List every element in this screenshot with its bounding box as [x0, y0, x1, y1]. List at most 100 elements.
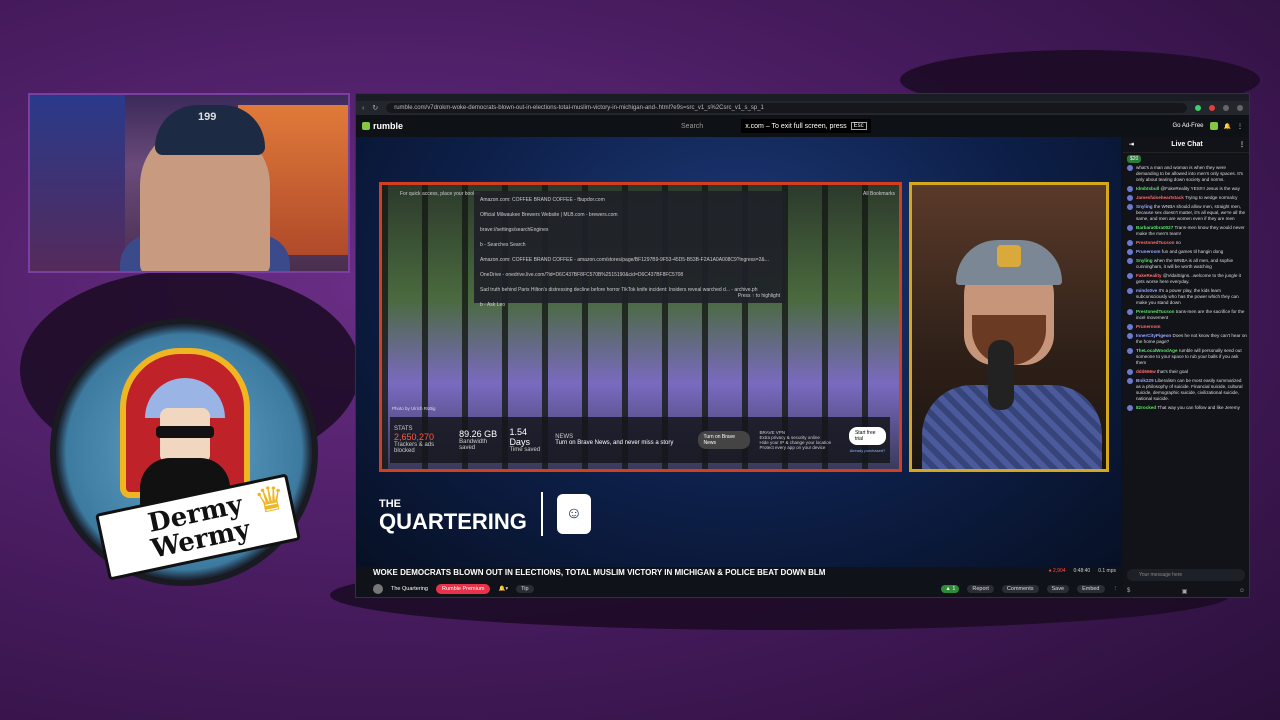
chat-avatar[interactable] — [1127, 348, 1133, 354]
rumble-vote-button[interactable]: ▲ 1 — [941, 585, 960, 593]
trackers-label: Trackers & ads blocked — [394, 442, 435, 454]
chat-username[interactable]: PrestonedTucson — [1136, 309, 1174, 314]
vpn-actions: Start free trial Already purchased? — [848, 427, 886, 453]
chat-username[interactable]: FakeReality — [1136, 273, 1162, 278]
chat-avatar[interactable] — [1127, 333, 1133, 339]
brand-big: QUARTERING — [379, 508, 527, 534]
address-suggestions: Amazon.com: COFFEE BRAND COFFEE - fbupdo… — [474, 191, 786, 308]
gift-icon[interactable]: ▣ — [1182, 588, 1188, 595]
rumble-logo[interactable]: rumble — [362, 121, 403, 131]
chat-username[interactable]: Snyling — [1136, 204, 1153, 209]
go-adfree-link[interactable]: Go Ad-Free — [1173, 123, 1204, 129]
chat-avatar[interactable] — [1127, 249, 1133, 255]
dollar-icon[interactable]: $ — [1127, 588, 1130, 595]
chat-avatar[interactable] — [1127, 324, 1133, 330]
suggestion-item: b - Ask Leo — [480, 302, 506, 308]
chat-message-body: Pruneroom fun and games til hangin dong — [1136, 249, 1223, 255]
chat-avatar[interactable] — [1127, 186, 1133, 192]
report-button[interactable]: Report — [967, 585, 994, 593]
channel-name[interactable]: The Quartering — [391, 586, 428, 592]
notifications-icon[interactable]: 🔔 — [1224, 123, 1231, 130]
brave-shield-icon[interactable] — [1209, 105, 1215, 111]
tip-button[interactable]: Tip — [516, 585, 534, 593]
all-bookmarks: All Bookmarks — [863, 191, 895, 197]
tab-hint: Press ↑ to highlight — [737, 293, 780, 299]
chat-username[interactable]: Pruneroom — [1136, 324, 1161, 329]
chat-toolbar: $ ▣ ☺ — [1127, 588, 1245, 595]
menu-icon[interactable]: ⋮ — [1237, 123, 1243, 130]
chat-username[interactable]: Pruneroom — [1136, 249, 1161, 254]
upload-icon[interactable] — [1209, 122, 1218, 130]
chat-avatar[interactable] — [1127, 405, 1133, 411]
video-title: WOKE DEMOCRATS BLOWN OUT IN ELECTIONS, T… — [373, 568, 826, 577]
chat-avatar[interactable] — [1127, 273, 1133, 279]
chat-avatar[interactable] — [1127, 369, 1133, 375]
video-actions: ▲ 1 Report Comments Save Embed ⋮ — [941, 585, 1118, 593]
comments-button[interactable]: Comments — [1001, 585, 1039, 593]
channel-avatar[interactable] — [373, 584, 383, 594]
chat-username[interactable]: ddd666w — [1136, 369, 1156, 374]
extension-icon[interactable] — [1195, 105, 1201, 111]
video-player[interactable]: For quick access, place your bookm All B… — [356, 137, 1121, 567]
more-icon[interactable]: ⋮ — [1113, 586, 1119, 592]
chat-username[interactable]: Idmbtsbull — [1136, 186, 1159, 191]
chat-avatar[interactable] — [1127, 240, 1133, 246]
chat-message-body: Bnik229 Liberalism can be most easily su… — [1136, 378, 1247, 402]
chat-username[interactable]: Jamesfalseheartstack — [1136, 195, 1184, 200]
esc-key: Esc — [850, 122, 867, 130]
chat-message-body: minds0ve It's a power play, the kids lea… — [1136, 288, 1247, 306]
chat-avatar[interactable] — [1127, 165, 1133, 171]
chat-settings-icon[interactable]: ⋮ — [1239, 141, 1245, 148]
chat-username[interactable]: Barbara0bra0027 — [1136, 225, 1173, 230]
host-camera — [909, 182, 1109, 472]
chat-avatar[interactable] — [1127, 288, 1133, 294]
chat-username[interactable]: PrestonedTucson — [1136, 240, 1174, 245]
channel-branding: THE QUARTERING ☺ — [379, 492, 591, 536]
chat-message: Pruneroom fun and games til hangin dong — [1127, 249, 1247, 255]
chat-username[interactable]: 82rocked — [1136, 405, 1156, 410]
chat-avatar[interactable] — [1127, 204, 1133, 210]
reload-icon[interactable]: ↻ — [372, 104, 378, 112]
notification-bell-icon[interactable]: 🔔▾ — [498, 586, 508, 592]
chat-avatar[interactable] — [1127, 195, 1133, 201]
chat-text: that's their goal — [1156, 369, 1188, 374]
emoji-icon[interactable]: ☺ — [1239, 588, 1245, 595]
extension-icon[interactable] — [1223, 105, 1229, 111]
tab-bar[interactable] — [356, 94, 1249, 101]
chat-avatar[interactable] — [1127, 378, 1133, 384]
pinned-rant[interactable]: $20 — [1127, 155, 1142, 163]
save-button[interactable]: Save — [1046, 585, 1070, 593]
bearded-logo-icon: ☺ — [556, 494, 591, 534]
rumble-premium-button[interactable]: Rumble Premium — [436, 584, 491, 594]
rumble-logo-text: rumble — [373, 121, 404, 131]
brand-divider — [540, 492, 543, 536]
microphone-icon — [988, 340, 1014, 410]
collapse-chat-icon[interactable]: ⇥ — [1129, 141, 1134, 148]
chat-username[interactable]: minds0ve — [1136, 288, 1157, 293]
chat-username[interactable]: Snyling — [1136, 258, 1153, 263]
chat-input[interactable]: Your message here — [1127, 569, 1245, 581]
chat-message: Jamesfalseheartstack Trying to wedge nor… — [1127, 195, 1247, 201]
back-icon[interactable]: ‹ — [362, 105, 364, 112]
chat-avatar[interactable] — [1127, 225, 1133, 231]
url-input[interactable]: rumble.com/v7drokm-woke-democrats-blown-… — [386, 103, 1187, 113]
chat-message-body: 82rocked That way you can follow and lik… — [1136, 405, 1240, 411]
brand-text: THE QUARTERING — [379, 495, 527, 534]
chat-message: PrestonedTucson no — [1127, 240, 1247, 246]
vpn-restore: Already purchased? — [849, 448, 886, 453]
streamer-webcam: 199 — [28, 93, 350, 273]
browser-window: ‹ ↻ rumble.com/v7drokm-woke-democrats-bl… — [355, 93, 1250, 598]
menu-icon[interactable] — [1237, 105, 1243, 111]
rumble-logo-icon — [362, 122, 370, 130]
chat-username[interactable]: Bnik229 — [1136, 378, 1154, 383]
chat-message: 82rocked That way you can follow and lik… — [1127, 405, 1247, 411]
chat-avatar[interactable] — [1127, 258, 1133, 264]
chat-username[interactable]: TheLocalWoodAge — [1136, 348, 1178, 353]
fullscreen-notice-text: x.com – To exit full screen, press — [745, 122, 847, 130]
chat-username[interactable]: InnerCityPigeon — [1136, 333, 1171, 338]
embed-button[interactable]: Embed — [1077, 585, 1105, 593]
search-link[interactable]: Search — [681, 123, 703, 130]
vpn-block: BRAVE VPN Extra privacy & security onlin… — [760, 430, 839, 450]
chat-avatar[interactable] — [1127, 309, 1133, 315]
stats-block: STATS 2,650,270 Trackers & ads blocked — [394, 426, 449, 454]
